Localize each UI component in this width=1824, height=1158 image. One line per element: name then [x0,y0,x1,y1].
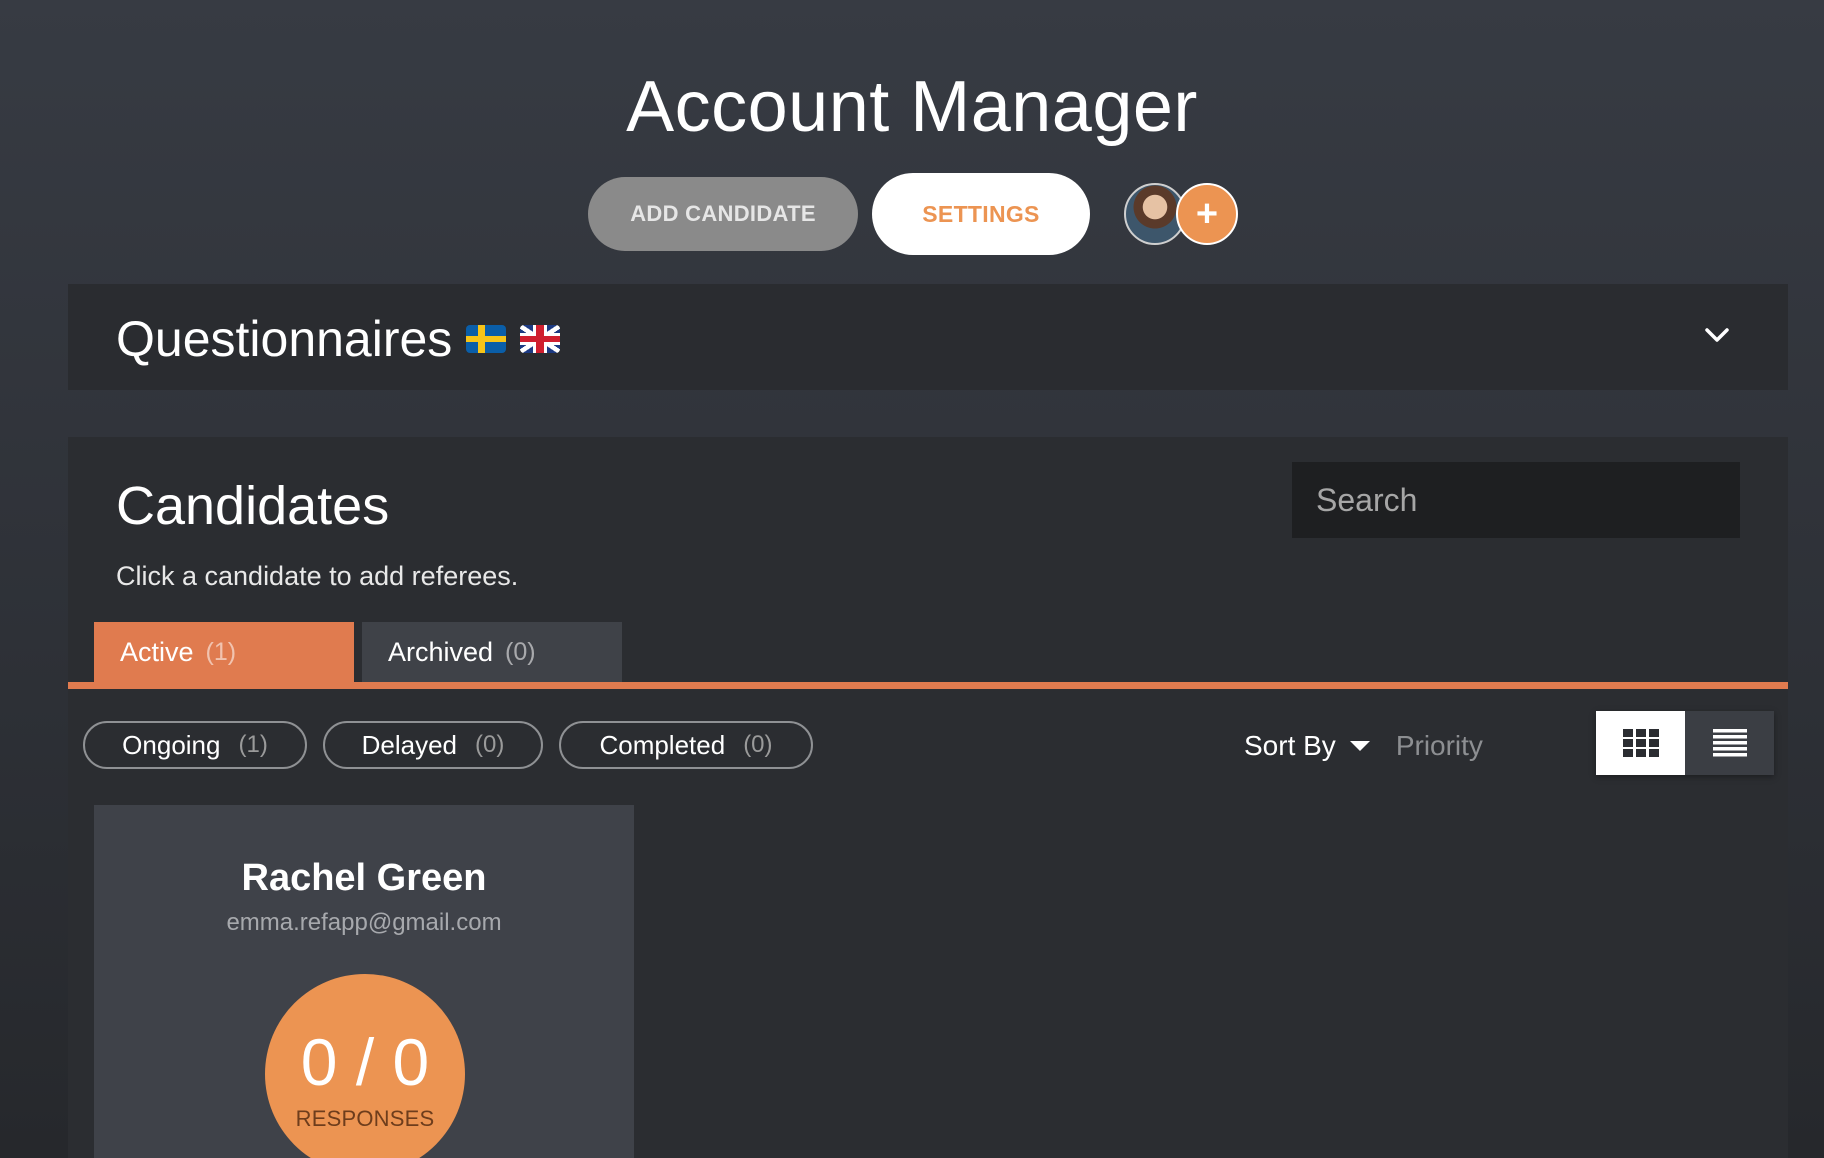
candidates-subtitle: Click a candidate to add referees. [116,561,519,591]
sort-control[interactable]: Sort By Priority [1244,726,1483,766]
tab-archived[interactable]: Archived (0) [362,622,622,682]
filter-label: Ongoing [122,729,221,760]
filter-count: (1) [238,731,268,758]
responses-count: 0 / 0 [300,1025,430,1099]
add-user-button[interactable]: + [1176,183,1238,245]
search-input[interactable] [1292,462,1740,538]
candidate-tabs: Active (1) Archived (0) [94,622,630,682]
filter-label: Completed [599,729,726,760]
tab-underline [68,682,1788,689]
status-filters: Ongoing (1) Delayed (0) Completed (0) [83,721,829,769]
filter-count: (0) [743,731,773,758]
candidate-name: Rachel Green [241,857,487,899]
responses-label: RESPONSES [295,1106,435,1131]
filter-completed[interactable]: Completed (0) [559,721,813,769]
filter-ongoing[interactable]: Ongoing (1) [83,721,307,769]
candidate-email: emma.refapp@gmail.com [226,909,502,936]
filter-count: (0) [475,731,505,758]
grid-view-button[interactable] [1596,711,1685,775]
uk-flag-icon[interactable] [520,325,561,353]
tab-active[interactable]: Active (1) [94,622,354,682]
list-view-icon [1712,729,1747,757]
add-candidate-button[interactable]: ADD CANDIDATE [588,177,858,251]
list-view-button[interactable] [1685,711,1774,775]
user-avatars: + [1124,183,1238,245]
sweden-flag-icon[interactable] [466,325,507,353]
tab-count: (0) [505,637,536,666]
caret-down-icon [1349,741,1370,751]
questionnaires-panel[interactable]: Questionnaires [68,284,1788,390]
questionnaires-title: Questionnaires [116,311,453,367]
page-title: Account Manager [626,67,1198,147]
questionnaires-header: Questionnaires [116,310,561,368]
candidates-title: Candidates [116,476,390,536]
tab-label: Archived [388,636,494,667]
grid-view-icon [1622,729,1659,757]
chevron-down-icon[interactable] [1702,320,1732,350]
filter-delayed[interactable]: Delayed (0) [323,721,543,769]
header-actions: ADD CANDIDATE SETTINGS + [588,173,1238,255]
candidate-card[interactable]: Rachel Green emma.refapp@gmail.com 0 / 0… [94,805,634,1158]
view-toggle [1596,711,1774,775]
settings-button[interactable]: SETTINGS [872,173,1090,255]
tab-label: Active [120,636,194,667]
responses-indicator: 0 / 0 RESPONSES [265,974,465,1158]
candidates-panel: Candidates Click a candidate to add refe… [68,437,1788,1158]
sort-value: Priority [1395,730,1483,761]
sort-label: Sort By [1244,730,1336,761]
tab-count: (1) [205,637,237,666]
filter-label: Delayed [361,729,458,760]
